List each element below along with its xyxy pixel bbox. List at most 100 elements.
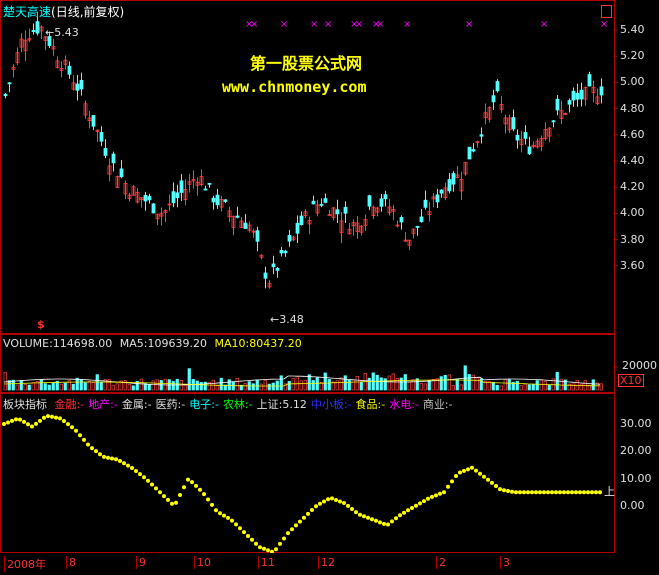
indicator-dot [166, 497, 170, 502]
candle-body [215, 194, 220, 206]
candle-body [147, 196, 152, 201]
volume-bar [491, 381, 495, 391]
price-tick-label: 5.20 [620, 49, 645, 63]
indicator-dot [306, 511, 310, 516]
indicator-legend: 板块指标 金融:- 地产:- 金属:- 医药:- 电子:- 农林:- 上证:5.12 中小板:… [3, 396, 453, 412]
volume-bar [279, 375, 283, 391]
candle-body [35, 21, 40, 34]
indicator-dot [430, 494, 434, 499]
indicator-dot [222, 513, 226, 518]
volume-bar [127, 384, 131, 391]
indicator-dot [314, 504, 318, 509]
indicator-dot [490, 480, 494, 485]
indicator-dot [518, 490, 522, 495]
volume-bar [303, 379, 307, 391]
price-tick-label: 4.00 [620, 206, 645, 220]
signal-marker: × [280, 19, 288, 30]
indicator-dot [326, 497, 330, 502]
volume-bar [171, 381, 175, 391]
volume-bar [315, 377, 319, 391]
candle-body [99, 132, 104, 142]
indicator-dot [538, 490, 542, 495]
candle-body [119, 168, 124, 178]
window-toggle-button[interactable] [601, 5, 612, 18]
volume-bar [343, 375, 347, 391]
candle-body [79, 80, 84, 90]
volume-bar [75, 377, 79, 391]
indicator-dot [274, 547, 278, 552]
volume-bar [599, 383, 603, 391]
indicator-dot [58, 416, 62, 421]
price-tick-label: 3.80 [620, 232, 645, 246]
indicator-dot [198, 487, 202, 492]
volume-label: VOLUME:114698.00 [3, 337, 113, 350]
signal-markers: ×× × × × ×× ×× × × × × [245, 19, 608, 30]
volume-bar [327, 379, 331, 391]
indicator-dot [202, 492, 206, 497]
indicator-dot [558, 490, 562, 495]
candle-body [379, 198, 384, 207]
indicator-dot [322, 499, 326, 504]
candle-body [175, 192, 180, 199]
candle-body [435, 194, 440, 203]
signal-symbol: $ [37, 318, 45, 331]
indicator-tick-label: 10.00 [620, 471, 652, 485]
volume-bar [519, 385, 523, 391]
indicator-dot [522, 490, 526, 495]
volume-bar [275, 380, 279, 391]
indicator-dot [450, 479, 454, 484]
candle-body [171, 191, 176, 204]
indicator-dot [534, 490, 538, 495]
volume-bar [527, 384, 531, 391]
candle-body [319, 203, 324, 206]
indicator-dot [258, 545, 262, 550]
indicator-dot [370, 517, 374, 522]
volume-bar [443, 374, 447, 391]
candle-body [447, 179, 452, 192]
chart-mode: (日线,前复权) [51, 5, 125, 19]
indicator-dot [242, 530, 246, 535]
indicator-dot [482, 474, 486, 479]
signal-marker: × [355, 19, 363, 30]
indicator-dot [386, 522, 390, 527]
candle-body [271, 263, 276, 268]
price-tick-label: 4.40 [620, 154, 645, 167]
volume-bar [87, 381, 91, 391]
indicator-dot [382, 521, 386, 526]
volume-bar [59, 383, 63, 391]
indicator-dot [74, 428, 78, 433]
volume-bar [547, 384, 551, 391]
indicator-dot [174, 500, 178, 505]
indicator-dot [594, 490, 598, 495]
indicator-dot [50, 414, 54, 419]
volume-bar [147, 384, 151, 391]
candle-body [567, 100, 572, 105]
volume-bar [439, 376, 443, 391]
volume-bar [351, 379, 355, 391]
indicator-dot [546, 490, 550, 495]
volume-bar [71, 383, 75, 391]
volume-bar [571, 383, 575, 391]
candle-body [383, 194, 388, 200]
volume-bar [307, 374, 311, 391]
indicator-dot [134, 469, 138, 473]
indicator-dot [358, 512, 362, 517]
volume-bar [99, 381, 103, 391]
volume-bar [459, 384, 463, 391]
indicator-dot [98, 452, 102, 457]
indicator-dot [474, 468, 478, 473]
candle-body [575, 92, 580, 100]
volume-bar [27, 384, 31, 391]
indicator-dot [298, 519, 302, 524]
indicator-dot [526, 490, 530, 495]
indicator-dot [46, 414, 50, 419]
indicator-dot [262, 546, 266, 551]
candle-body [451, 173, 456, 185]
volume-legend: VOLUME:114698.00 MA5:109639.20 MA10:8043… [3, 337, 302, 350]
sector-label: 商业:- [422, 398, 453, 411]
sector-label: 食品:- [355, 398, 386, 411]
candle-body [255, 230, 260, 242]
indicator-dot [206, 497, 210, 502]
indicator-dot [506, 489, 510, 493]
volume-bar [499, 385, 503, 391]
